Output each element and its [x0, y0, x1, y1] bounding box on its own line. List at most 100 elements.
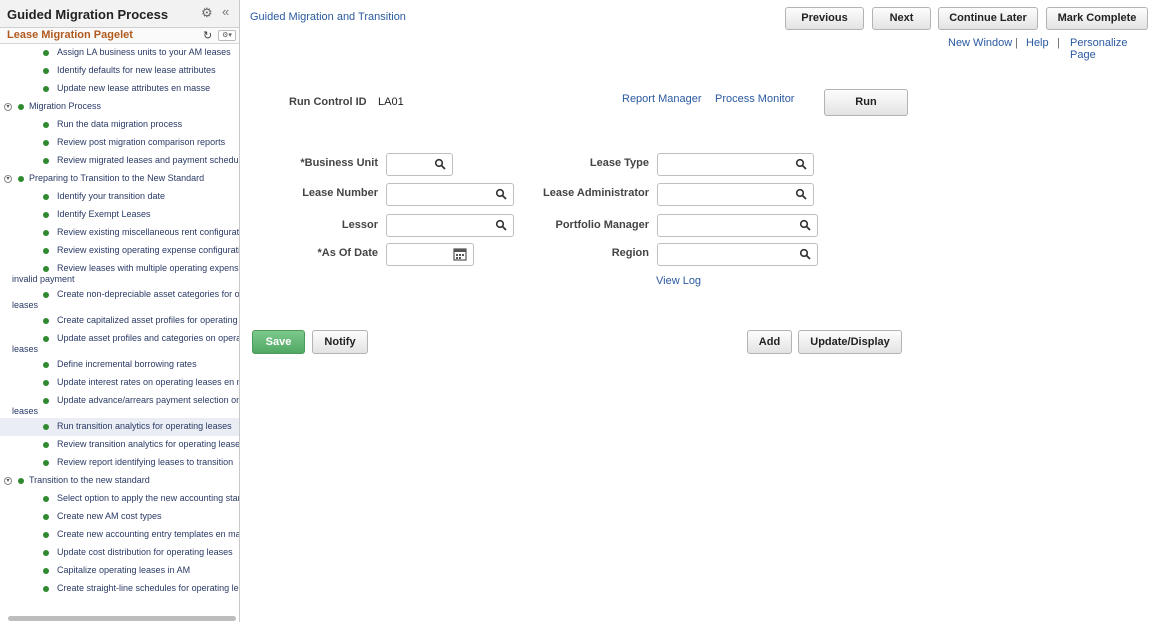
help-link[interactable]: Help — [1026, 37, 1049, 49]
search-icon[interactable] — [495, 219, 507, 231]
tree-item-label-continued: leases — [12, 406, 39, 416]
update-display-button[interactable]: Update/Display — [798, 330, 902, 354]
tree-item-label: Identify defaults for new lease attribut… — [57, 65, 216, 75]
lessor-label: Lessor — [341, 219, 378, 231]
status-bullet-icon — [43, 514, 49, 520]
status-bullet-icon — [43, 568, 49, 574]
tree-step-item[interactable]: Review existing operating expense config… — [0, 242, 239, 260]
expand-toggle-icon[interactable]: ▾ — [4, 175, 12, 183]
tree-step-item[interactable]: Review transition analytics for operatin… — [0, 436, 239, 454]
tree-item-label: Identify Exempt Leases — [57, 209, 151, 219]
status-bullet-icon — [18, 478, 24, 484]
lease-number-label: Lease Number — [302, 187, 378, 199]
previous-button[interactable]: Previous — [785, 7, 864, 30]
tree-step-item[interactable]: Create new accounting entry templates en… — [0, 526, 239, 544]
mark-complete-button[interactable]: Mark Complete — [1046, 7, 1148, 30]
search-icon[interactable] — [495, 188, 507, 200]
status-bullet-icon — [18, 104, 24, 110]
tree-step-item[interactable]: Review leases with multiple operating ex… — [0, 260, 239, 286]
region-input[interactable] — [657, 243, 818, 266]
next-button[interactable]: Next — [872, 7, 931, 30]
as-of-date-input[interactable] — [386, 243, 474, 266]
status-bullet-icon — [43, 398, 49, 404]
tree-item-label: Capitalize operating leases in AM — [57, 565, 191, 575]
tree-step-item[interactable]: Review report identifying leases to tran… — [0, 454, 239, 472]
tree-step-item[interactable]: Update cost distribution for operating l… — [0, 544, 239, 562]
status-bullet-icon — [43, 336, 49, 342]
tree-step-item[interactable]: Select option to apply the new accountin… — [0, 490, 239, 508]
region-label: Region — [611, 247, 649, 259]
tree-step-item[interactable]: Assign LA business units to your AM leas… — [0, 44, 239, 62]
refresh-icon[interactable]: ↻ — [203, 29, 212, 42]
business-unit-input[interactable] — [386, 153, 453, 176]
breadcrumb[interactable]: Guided Migration and Transition — [250, 11, 406, 23]
tree-step-item[interactable]: Identify Exempt Leases — [0, 206, 239, 224]
lease-type-input[interactable] — [657, 153, 814, 176]
tree-step-item[interactable]: Create new AM cost types — [0, 508, 239, 526]
horizontal-scrollbar[interactable] — [8, 616, 236, 621]
tree-item-label: Identify your transition date — [57, 191, 166, 201]
pagelet-title: Lease Migration Pagelet — [7, 29, 133, 41]
tree-item-label: Create straight-line schedules for opera… — [57, 583, 239, 593]
tree-step-item[interactable]: Update asset profiles and categories on … — [0, 330, 239, 356]
new-window-link[interactable]: New Window — [948, 37, 1012, 49]
tree-item-label: Update cost distribution for operating l… — [57, 547, 233, 557]
status-bullet-icon — [43, 50, 49, 56]
tree-step-item[interactable]: Run the data migration process — [0, 116, 239, 134]
tree-step-item[interactable]: Create straight-line schedules for opera… — [0, 580, 239, 598]
migration-step-tree: Assign LA business units to your AM leas… — [0, 44, 239, 598]
search-icon[interactable] — [799, 248, 811, 260]
status-bullet-icon — [18, 176, 24, 182]
report-manager-link[interactable]: Report Manager — [622, 93, 702, 105]
tree-group-header[interactable]: ▾ Migration Process — [0, 98, 239, 116]
search-icon[interactable] — [434, 158, 446, 170]
tree-step-item[interactable]: Create capitalized asset profiles for op… — [0, 312, 239, 330]
lease-number-input[interactable] — [386, 183, 514, 206]
tree-step-item[interactable]: Identify your transition date — [0, 188, 239, 206]
lease-administrator-label: Lease Administrator — [543, 187, 649, 199]
search-icon[interactable] — [799, 219, 811, 231]
tree-step-item[interactable]: Review existing miscellaneous rent confi… — [0, 224, 239, 242]
tree-item-label: Update advance/arrears payment selection… — [57, 395, 239, 405]
status-bullet-icon — [43, 122, 49, 128]
tree-group-header[interactable]: ▾ Transition to the new standard — [0, 472, 239, 490]
gear-icon[interactable]: ⚙ — [201, 5, 213, 21]
tree-step-item[interactable]: Create non-depreciable asset categories … — [0, 286, 239, 312]
tree-item-label: Run the data migration process — [57, 119, 183, 129]
tree-step-item[interactable]: Identify defaults for new lease attribut… — [0, 62, 239, 80]
tree-step-item[interactable]: Capitalize operating leases in AM — [0, 562, 239, 580]
tree-step-item[interactable]: Define incremental borrowing rates — [0, 356, 239, 374]
continue-later-button[interactable]: Continue Later — [938, 7, 1038, 30]
run-button[interactable]: Run — [824, 89, 908, 116]
tree-step-item[interactable]: Run transition analytics for operating l… — [0, 418, 239, 436]
expand-toggle-icon[interactable]: ▾ — [4, 103, 12, 111]
tree-item-label: Review post migration comparison reports — [57, 137, 226, 147]
tree-step-item[interactable]: Review migrated leases and payment sched… — [0, 152, 239, 170]
view-log-link[interactable]: View Log — [656, 275, 701, 287]
tree-item-label-continued: leases — [12, 344, 39, 354]
search-icon[interactable] — [795, 158, 807, 170]
tree-step-item[interactable]: Update advance/arrears payment selection… — [0, 392, 239, 418]
tree-step-item[interactable]: Review post migration comparison reports — [0, 134, 239, 152]
expand-toggle-icon[interactable]: ▾ — [4, 477, 12, 485]
collapse-icon[interactable]: « — [222, 4, 229, 19]
notify-button[interactable]: Notify — [312, 330, 368, 354]
tree-item-label: Migration Process — [29, 101, 102, 111]
tree-group-header[interactable]: ▾ Preparing to Transition to the New Stan… — [0, 170, 239, 188]
add-button[interactable]: Add — [747, 330, 792, 354]
portfolio-manager-input[interactable] — [657, 214, 818, 237]
calendar-icon[interactable] — [453, 247, 467, 261]
personalize-page-link[interactable]: Personalize Page — [1070, 37, 1154, 61]
status-bullet-icon — [43, 292, 49, 298]
lessor-input[interactable] — [386, 214, 514, 237]
options-menu-icon[interactable]: ⚙▾ — [218, 30, 236, 41]
status-bullet-icon — [43, 86, 49, 92]
tree-step-item[interactable]: Update interest rates on operating lease… — [0, 374, 239, 392]
process-monitor-link[interactable]: Process Monitor — [715, 93, 794, 105]
lease-administrator-input[interactable] — [657, 183, 814, 206]
search-icon[interactable] — [795, 188, 807, 200]
save-button[interactable]: Save — [252, 330, 305, 354]
tree-step-item[interactable]: Update new lease attributes en masse — [0, 80, 239, 98]
tree-item-label: Run transition analytics for operating l… — [57, 421, 232, 431]
tree-item-label: Create new AM cost types — [57, 511, 162, 521]
